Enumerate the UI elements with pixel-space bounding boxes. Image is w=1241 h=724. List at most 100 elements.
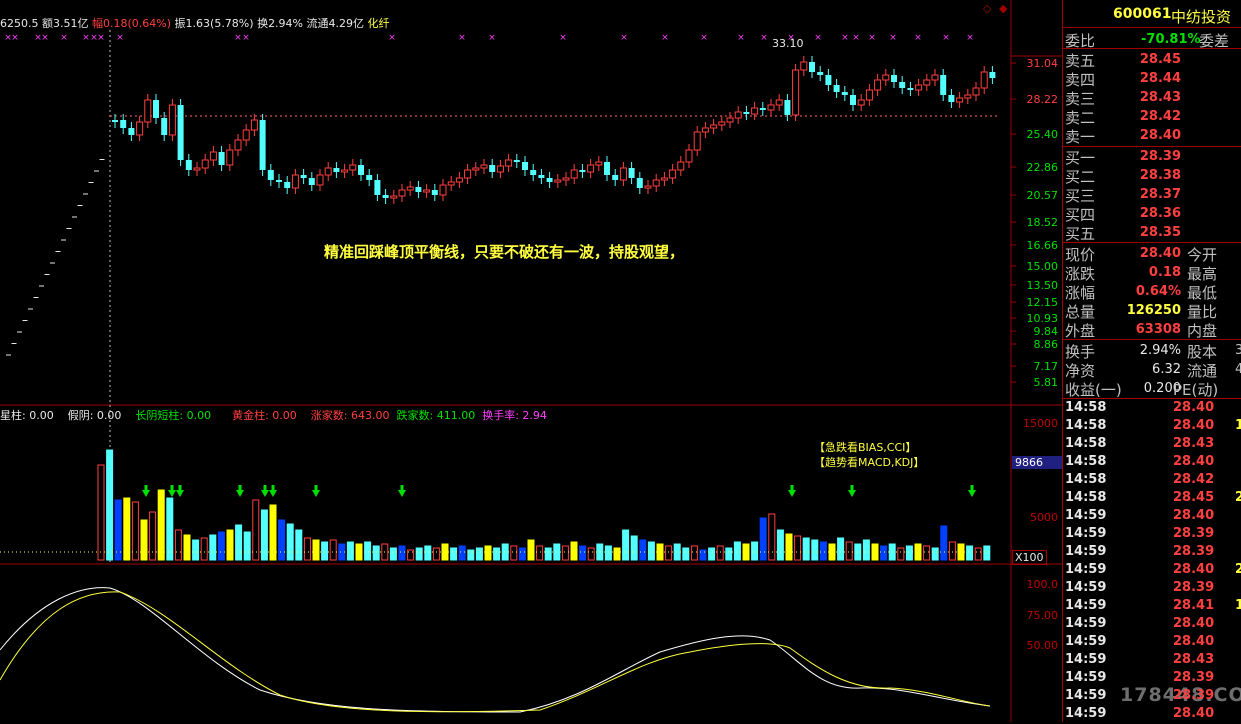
tick-row[interactable]: 14:58 28.42 xyxy=(1063,472,1241,490)
candle-body xyxy=(250,119,258,131)
volume-bar xyxy=(140,519,148,561)
tick-price: 28.42 xyxy=(1173,472,1215,487)
volume-bar xyxy=(905,545,913,561)
volume-bar xyxy=(604,545,612,561)
stat-label: 涨跌 xyxy=(1065,265,1096,283)
volume-bar xyxy=(837,537,845,561)
tick-row[interactable]: 14:58 28.40 xyxy=(1063,454,1241,472)
candle-body xyxy=(743,112,750,114)
candle-body xyxy=(915,84,923,91)
candle-body xyxy=(136,121,144,136)
stat2-row-eps: 收益(一) 0.200 PE(动) xyxy=(1063,379,1241,399)
volume-bar xyxy=(854,543,862,561)
tick-row[interactable]: 14:59 28.41 1 xyxy=(1063,598,1241,616)
volume-bar xyxy=(398,545,406,561)
bid-row-4[interactable]: 买四 28.36 xyxy=(1063,204,1241,224)
volume-bar xyxy=(966,545,974,561)
ask-row-1[interactable]: 卖一 28.40 xyxy=(1063,126,1241,146)
tick-row[interactable]: 14:58 28.43 xyxy=(1063,436,1241,454)
volume-bar xyxy=(897,547,905,561)
oscillator-bar xyxy=(651,678,657,706)
ask-row-5[interactable]: 卖五 28.45 xyxy=(1063,50,1241,70)
tick-extra: 1 xyxy=(1235,598,1241,613)
diamond-icon[interactable]: ◇ xyxy=(983,2,991,15)
bid-row-3[interactable]: 买三 28.37 xyxy=(1063,185,1241,205)
tick-row[interactable]: 14:58 28.40 1 xyxy=(1063,418,1241,436)
tick-time: 14:58 xyxy=(1065,490,1107,505)
bid-label: 买五 xyxy=(1065,225,1096,243)
oscillator-bar xyxy=(643,680,649,706)
candle-body xyxy=(496,165,504,173)
tick-price: 28.43 xyxy=(1173,436,1215,451)
tick-row[interactable]: 14:59 28.40 xyxy=(1063,508,1241,526)
candle-body xyxy=(193,167,201,171)
tick-extra: 1 xyxy=(1235,418,1241,433)
tick-row[interactable]: 14:59 28.40 xyxy=(1063,634,1241,652)
tick-row[interactable]: 14:58 28.45 2 xyxy=(1063,490,1241,508)
tick-price: 28.40 xyxy=(1173,634,1215,649)
tick-row[interactable]: 14:59 28.40 2 xyxy=(1063,562,1241,580)
volume-bar xyxy=(570,541,578,561)
candle-body xyxy=(530,170,537,175)
oscillator-bar xyxy=(266,700,272,706)
stat-right-label: 最低 xyxy=(1187,284,1218,302)
oscillator-bar xyxy=(299,706,305,714)
candle-body xyxy=(604,162,610,175)
ask-row-4[interactable]: 卖四 28.44 xyxy=(1063,69,1241,89)
diamond-filled-icon[interactable]: ◆ xyxy=(999,2,1007,15)
chart-area[interactable]: × × × × × × × × × × × × × × × × × × × × × × × × × × × × × 6250.5 额3.… xyxy=(0,0,1241,722)
candle-body xyxy=(726,117,734,123)
oscillator-bar xyxy=(455,700,460,706)
indicator-turnover-label: 换手率 xyxy=(482,409,516,422)
bid-row-2[interactable]: 买二 28.38 xyxy=(1063,166,1241,186)
oscillator-bar xyxy=(947,706,952,712)
oscillator-bar xyxy=(906,698,911,706)
candle-body xyxy=(767,104,775,111)
top-marker: × xyxy=(889,33,897,43)
top-marker: × xyxy=(458,33,466,43)
tick-row[interactable]: 14:58 28.40 xyxy=(1063,400,1241,418)
sector-label[interactable]: 化纤 xyxy=(368,17,390,30)
tick-time: 14:59 xyxy=(1065,706,1107,721)
tick-row[interactable]: 14:59 28.39 xyxy=(1063,688,1241,706)
tick-row[interactable]: 14:59 28.39 xyxy=(1063,670,1241,688)
volume-bar xyxy=(622,529,630,561)
tick-price: 28.45 xyxy=(1173,490,1215,505)
tick-time: 14:59 xyxy=(1065,526,1107,541)
stat2-label: 收益(一) xyxy=(1065,381,1122,399)
volume-bar xyxy=(226,529,234,561)
candle-body xyxy=(234,139,242,151)
oscillator-bar xyxy=(881,706,887,712)
candle-body xyxy=(546,178,553,182)
tick-row[interactable]: 14:59 28.39 xyxy=(1063,580,1241,598)
oscillator-bar xyxy=(963,706,969,712)
bid-row-5[interactable]: 买五 28.35 xyxy=(1063,223,1241,243)
tick-row[interactable]: 14:59 28.43 xyxy=(1063,652,1241,670)
tick-extra: 2 xyxy=(1235,490,1241,505)
chart-canvas[interactable]: × × × × × × × × × × × × × × × × × × × × × × × × × × × × × xyxy=(0,0,1062,722)
indicator-gold-label: 黄金柱 xyxy=(232,409,266,422)
stat-right-label: 内盘 xyxy=(1187,322,1218,340)
oscillator-bar xyxy=(143,700,149,706)
oscillator-bar xyxy=(938,698,944,706)
quote-sidebar: 600061 中纺投资 委比 -70.81% 委差 卖五 28.45 卖四 28… xyxy=(1062,0,1241,722)
bid-row-1[interactable]: 买一 28.39 xyxy=(1063,147,1241,167)
indicator-star-label: 星柱 xyxy=(0,409,22,422)
ask-row-3[interactable]: 卖三 28.43 xyxy=(1063,88,1241,108)
tick-row[interactable]: 14:59 28.39 xyxy=(1063,544,1241,562)
candle-body xyxy=(964,94,972,99)
tick-time: 14:59 xyxy=(1065,634,1107,649)
tick-row[interactable]: 14:59 28.40 xyxy=(1063,706,1241,724)
top-marker: × xyxy=(700,33,708,43)
tick-row[interactable]: 14:59 28.39 xyxy=(1063,526,1241,544)
osc-tick: 75.00 xyxy=(1026,609,1059,622)
top-marker: × xyxy=(868,33,876,43)
down-arrow-icon xyxy=(850,485,854,490)
candle-body xyxy=(431,190,438,195)
volume-bar xyxy=(639,539,647,561)
top-marker: × xyxy=(620,33,628,43)
oscillator-bar xyxy=(258,700,264,706)
ask-row-2[interactable]: 卖二 28.42 xyxy=(1063,107,1241,127)
oscillator-bar xyxy=(12,669,18,706)
tick-row[interactable]: 14:59 28.40 xyxy=(1063,616,1241,634)
